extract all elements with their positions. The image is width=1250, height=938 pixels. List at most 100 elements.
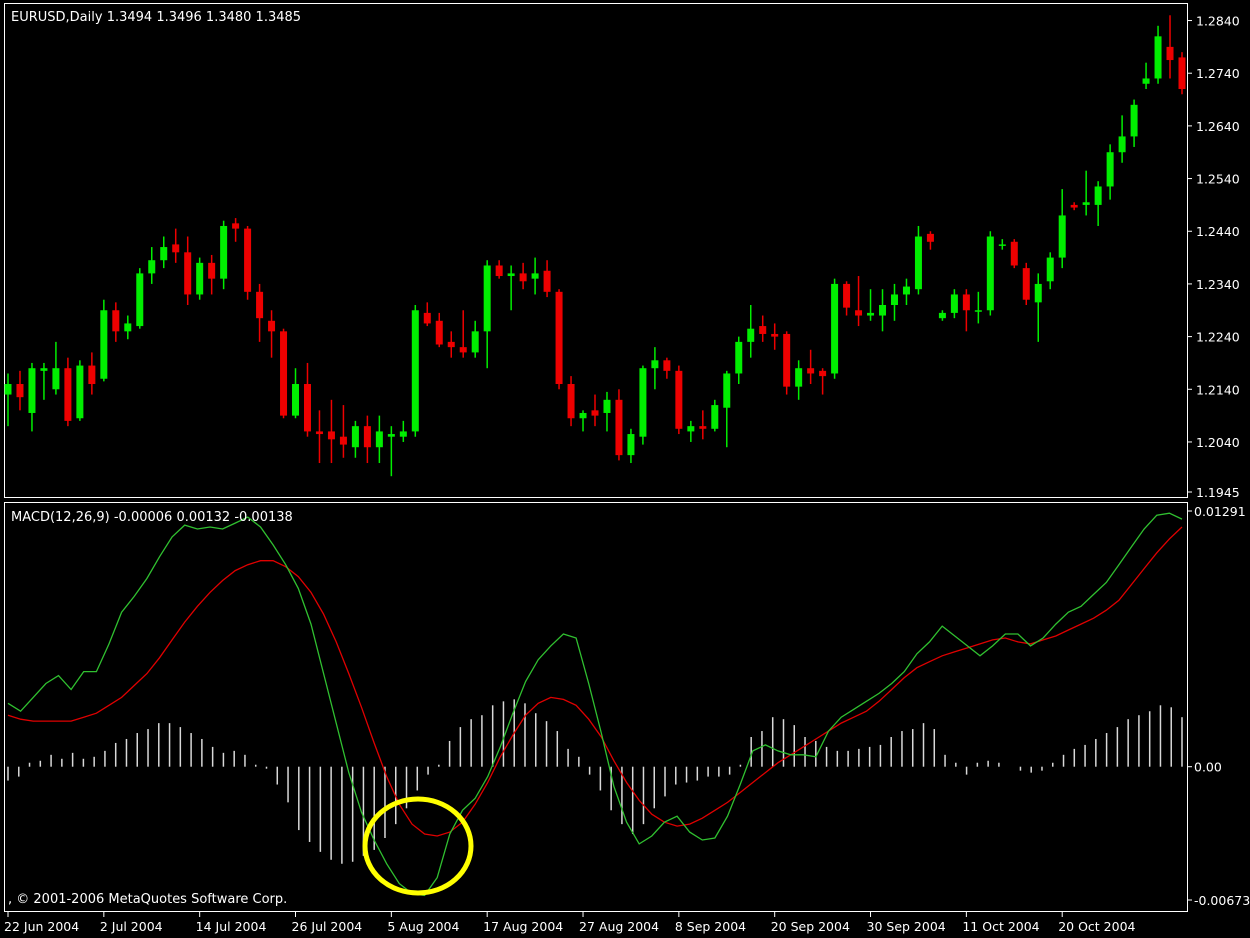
candle-body xyxy=(483,265,491,332)
candle-body xyxy=(663,360,671,371)
candle-body xyxy=(327,431,335,440)
candle-body xyxy=(867,312,875,316)
x-tick-label: 14 Jul 2004 xyxy=(196,919,267,934)
price-y-tick-label: 1.2840 xyxy=(1196,14,1240,29)
chart-background xyxy=(0,0,1250,938)
candle-body xyxy=(1118,136,1126,153)
candle-body xyxy=(615,399,623,456)
candle-body xyxy=(1070,204,1078,208)
candle-body xyxy=(435,320,443,345)
price-y-tick-label: 1.2340 xyxy=(1196,277,1240,292)
candle-body xyxy=(986,236,994,311)
candle-body xyxy=(447,341,455,348)
candle-body xyxy=(1094,186,1102,205)
candle-body xyxy=(196,262,204,295)
candle-body xyxy=(148,260,156,274)
x-tick-label: 17 Aug 2004 xyxy=(483,919,563,934)
candle-body xyxy=(268,320,276,332)
price-y-tick-label: 1.2240 xyxy=(1196,330,1240,345)
candle-body xyxy=(52,368,60,390)
x-tick-label: 20 Sep 2004 xyxy=(771,919,850,934)
candle-body xyxy=(795,368,803,387)
candle-body xyxy=(64,368,72,421)
candle-body xyxy=(256,291,264,319)
x-tick-label: 5 Aug 2004 xyxy=(387,919,459,934)
candle-body xyxy=(184,252,192,295)
candle-body xyxy=(962,294,970,311)
macd-y-tick-label: 0.01291 xyxy=(1194,504,1246,519)
candle-body xyxy=(831,283,839,374)
price-y-tick-label: 1.2140 xyxy=(1196,382,1240,397)
candle-body xyxy=(315,431,323,435)
candle-body xyxy=(351,426,359,448)
candle-body xyxy=(1166,46,1174,61)
candle-body xyxy=(998,244,1006,246)
candle-body xyxy=(902,286,910,295)
candle-body xyxy=(711,405,719,429)
candle-body xyxy=(543,270,551,292)
x-tick-label: 26 Jul 2004 xyxy=(292,919,363,934)
candle-body xyxy=(950,294,958,313)
candle-body xyxy=(759,326,767,334)
candle-body xyxy=(471,331,479,353)
candle-body xyxy=(1022,268,1030,300)
price-y-tick-label: 1.2040 xyxy=(1196,435,1240,450)
candle-body xyxy=(1082,202,1090,205)
candle-body xyxy=(819,370,827,377)
x-tick-label: 27 Aug 2004 xyxy=(579,919,659,934)
candle-body xyxy=(495,265,503,277)
candle-body xyxy=(914,236,922,290)
candle-body xyxy=(363,426,371,448)
candle-body xyxy=(1010,241,1018,266)
x-tick-label: 11 Oct 2004 xyxy=(962,919,1039,934)
macd-panel-header: MACD(12,26,9) -0.00006 0.00132 -0.00138 xyxy=(11,510,293,525)
candle-body xyxy=(735,341,743,374)
copyright-text: , © 2001-2006 MetaQuotes Software Corp. xyxy=(8,892,287,907)
x-tick-label: 2 Jul 2004 xyxy=(100,919,163,934)
candle-body xyxy=(124,323,132,332)
candle-body xyxy=(807,368,815,374)
candle-body xyxy=(747,328,755,342)
x-tick-label: 22 Jun 2004 xyxy=(4,919,79,934)
candle-body xyxy=(507,273,515,277)
candle-body xyxy=(890,294,898,305)
candle-body xyxy=(172,244,180,253)
candle-body xyxy=(723,373,731,408)
candle-body xyxy=(208,262,216,279)
candle-body xyxy=(40,368,48,371)
candle-body xyxy=(76,365,84,419)
price-panel-header: EURUSD,Daily 1.3494 1.3496 1.3480 1.3485 xyxy=(11,10,301,25)
candle-body xyxy=(843,283,851,308)
candle-body xyxy=(1034,283,1042,303)
candle-body xyxy=(699,426,707,429)
candle-body xyxy=(1106,152,1114,187)
candle-body xyxy=(938,312,946,319)
candle-body xyxy=(28,368,36,413)
candle-body xyxy=(375,431,383,448)
candle-body xyxy=(220,225,228,279)
candle-body xyxy=(1046,257,1054,282)
candle-body xyxy=(879,304,887,316)
macd-y-tick-label: -0.00673 xyxy=(1194,893,1250,908)
candle-body xyxy=(292,384,300,416)
price-y-tick-label: 1.2640 xyxy=(1196,119,1240,134)
candle-body xyxy=(411,310,419,432)
candle-body xyxy=(1178,57,1186,90)
candle-body xyxy=(783,333,791,387)
candle-body xyxy=(387,434,395,437)
candle-body xyxy=(339,436,347,445)
price-y-tick-label: 1.1945 xyxy=(1196,485,1240,500)
candle-body xyxy=(974,310,982,312)
x-tick-label: 30 Sep 2004 xyxy=(867,919,946,934)
candle-body xyxy=(112,310,120,332)
candle-body xyxy=(232,223,240,229)
candle-body xyxy=(855,310,863,316)
candle-body xyxy=(531,273,539,279)
candle-body xyxy=(627,434,635,456)
candle-body xyxy=(579,412,587,419)
price-y-tick-label: 1.2440 xyxy=(1196,224,1240,239)
candle-body xyxy=(160,247,168,261)
candle-body xyxy=(1130,104,1138,137)
price-y-tick-label: 1.2740 xyxy=(1196,66,1240,81)
macd-y-tick-label: 0.00 xyxy=(1194,760,1222,775)
